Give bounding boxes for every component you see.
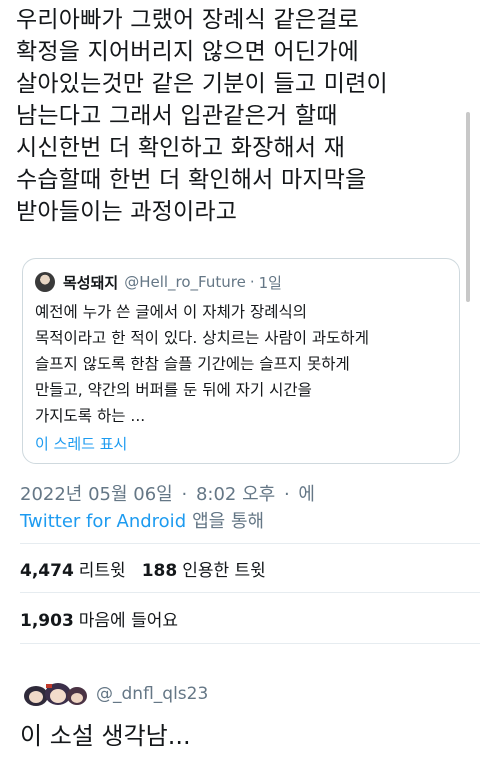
divider: [20, 592, 480, 593]
quoted-user-avatar[interactable]: [35, 272, 55, 292]
quoted-tweet-header: 목성돼지 @Hell_ro_Future · 1일: [35, 271, 282, 293]
tweet-timestamp-line: 2022년 05월 06일 · 8:02 오후 · 에: [20, 480, 318, 506]
tweet-text: 우리아빠가 그랬어 장례식 같은걸로 확정을 지어버리지 않으면 어딘가에 살아…: [16, 7, 388, 225]
quoted-tweet-text: 예전에 누가 쓴 글에서 이 자체가 장례식의 목적이라고 한 적이 있다. 상…: [35, 303, 369, 425]
quoted-separator: ·: [249, 273, 255, 291]
divider: [20, 643, 480, 644]
meta-separator: ·: [181, 484, 188, 505]
reply-user-handle[interactable]: @_dnfl_qls23: [96, 684, 208, 704]
tweet-likes-row: 1,903 마음에 들어요: [20, 606, 194, 631]
meta-trailing-text: 에: [298, 484, 315, 505]
likes-count[interactable]: 1,903: [20, 611, 74, 631]
retweets-count[interactable]: 4,474: [20, 561, 74, 581]
tweet-date[interactable]: 2022년 05월 06일: [20, 484, 173, 505]
quote-tweets-label[interactable]: 인용한 트윗: [182, 561, 266, 581]
reply-user-avatar[interactable]: [22, 680, 88, 706]
tweet-time[interactable]: 8:02 오후: [196, 484, 275, 505]
meta-separator: ·: [283, 484, 290, 505]
quote-tweets-count[interactable]: 188: [142, 561, 178, 581]
quoted-tweet-card[interactable]: 목성돼지 @Hell_ro_Future · 1일 예전에 누가 쓴 글에서 이…: [22, 258, 460, 464]
quoted-user-display-name[interactable]: 목성돼지: [63, 272, 118, 293]
likes-label[interactable]: 마음에 들어요: [79, 611, 178, 631]
reply-text: 이 소설 생각남...: [20, 722, 191, 750]
reply-avatar-icon: [22, 680, 88, 706]
show-thread-link[interactable]: 이 스레드 표시: [35, 433, 127, 454]
source-app-link[interactable]: Twitter for Android: [20, 511, 186, 532]
source-suffix: 앱을 통해: [192, 511, 265, 532]
tweet-source-line: Twitter for Android 앱을 통해: [20, 507, 264, 533]
divider: [20, 543, 480, 544]
quoted-user-handle[interactable]: @Hell_ro_Future: [124, 273, 246, 291]
tweet-stats-row: 4,474 리트윗 188 인용한 트윗: [20, 556, 282, 581]
retweets-label[interactable]: 리트윗: [79, 561, 126, 581]
scrollbar-thumb[interactable]: [466, 112, 470, 302]
quoted-tweet-time[interactable]: 1일: [259, 272, 282, 293]
